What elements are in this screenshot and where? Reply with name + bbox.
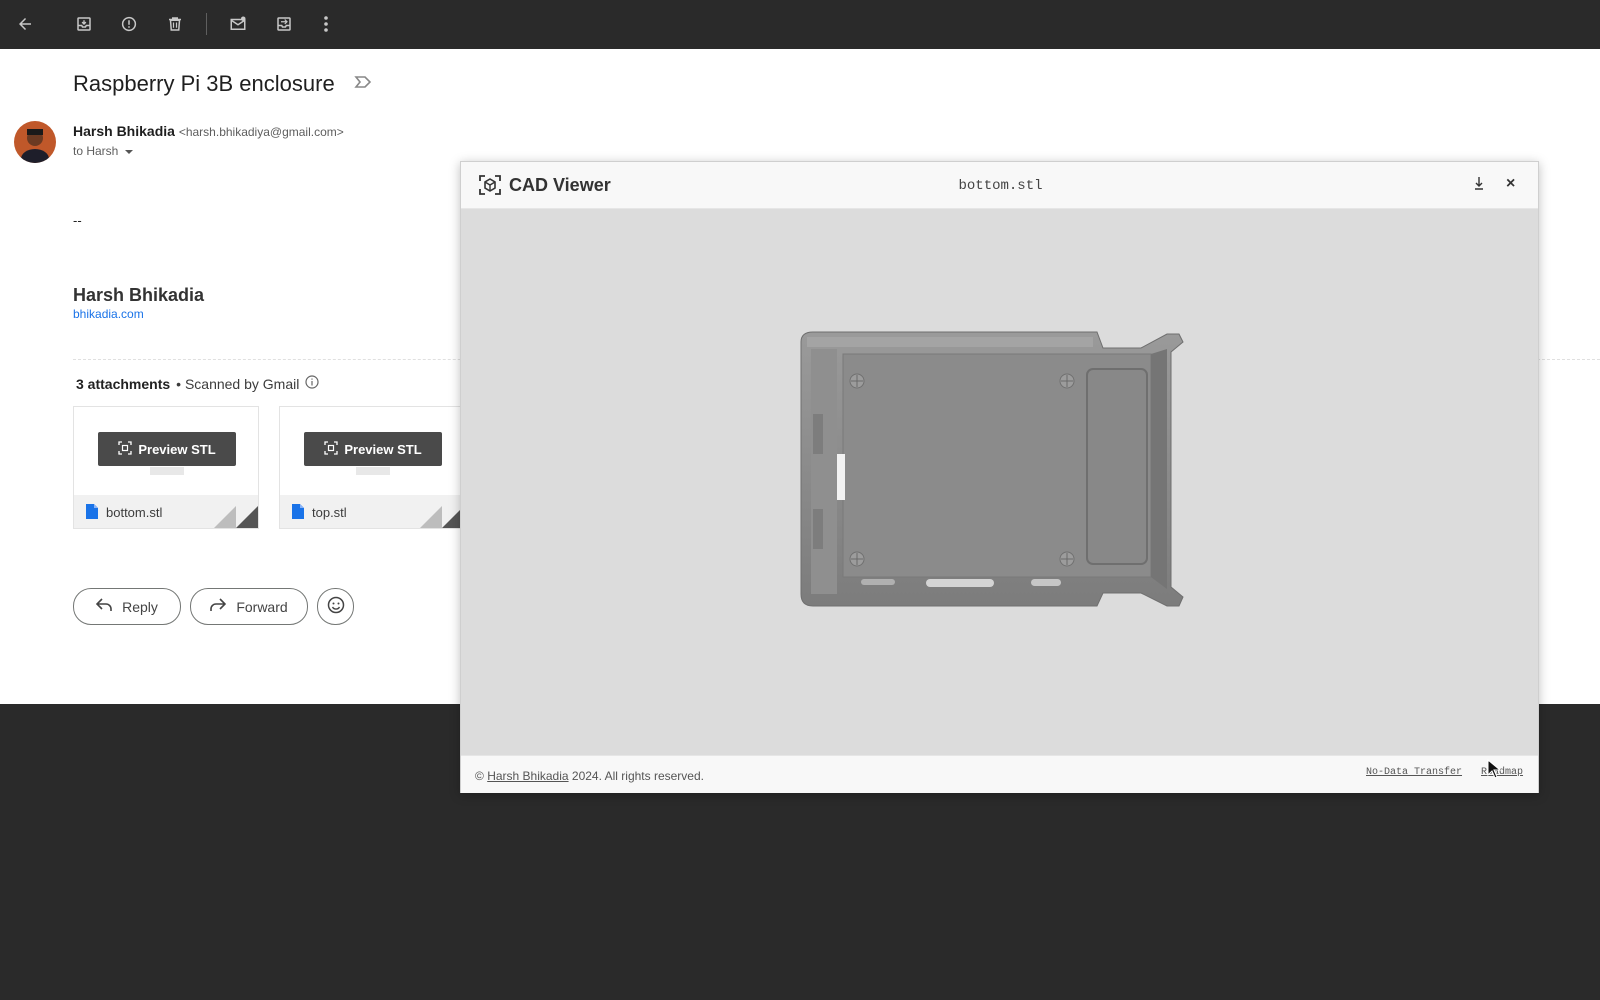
- forward-button[interactable]: Forward: [190, 588, 308, 625]
- reply-label: Reply: [122, 598, 158, 615]
- back-arrow-icon[interactable]: [13, 12, 37, 36]
- signature-separator: --: [73, 213, 82, 228]
- cad-viewer-dialog: CAD Viewer bottom.stl × © Harsh Bhikadia…: [460, 161, 1539, 793]
- mark-unread-icon[interactable]: [226, 12, 250, 36]
- cube-scan-icon: [118, 440, 132, 458]
- file-icon: [86, 503, 98, 522]
- no-data-transfer-link[interactable]: No-Data Transfer: [1366, 767, 1462, 778]
- author-link[interactable]: Harsh Bhikadia: [487, 769, 568, 783]
- avatar[interactable]: [14, 121, 56, 163]
- cube-scan-icon: [479, 175, 501, 200]
- copyright-suffix: 2024. All rights reserved.: [571, 769, 704, 783]
- smiley-icon: [327, 596, 345, 617]
- preview-stl-label: Preview STL: [344, 441, 422, 457]
- recipient-label: to Harsh: [73, 144, 119, 158]
- reply-button[interactable]: Reply: [73, 588, 181, 625]
- sender-line: Harsh Bhikadia <harsh.bhikadiya@gmail.co…: [73, 123, 344, 139]
- attachment-card[interactable]: Preview STL top.stl: [279, 406, 465, 529]
- copyright-text: © Harsh Bhikadia 2024. All rights reserv…: [475, 769, 704, 783]
- attachment-filename: top.stl: [312, 505, 347, 520]
- reply-icon: [95, 598, 112, 615]
- cube-scan-icon: [324, 440, 338, 458]
- preview-stl-button[interactable]: Preview STL: [304, 432, 442, 466]
- thumbnail-placeholder: [150, 467, 184, 475]
- emoji-reaction-button[interactable]: [317, 588, 354, 625]
- scanned-label: • Scanned by Gmail: [176, 375, 300, 392]
- signature-name: Harsh Bhikadia: [73, 285, 205, 305]
- forward-label: Forward: [236, 598, 288, 615]
- cad-viewer-filename: bottom.stl: [958, 178, 1043, 194]
- sender-name[interactable]: Harsh Bhikadia: [73, 123, 175, 139]
- attachment-filename: bottom.stl: [106, 505, 163, 520]
- important-marker-icon[interactable]: [354, 75, 372, 94]
- cad-viewer-header: CAD Viewer bottom.stl ×: [461, 162, 1538, 209]
- mail-toolbar: [0, 0, 1600, 49]
- mouse-cursor-icon: [1487, 758, 1502, 784]
- cad-viewer-title: CAD Viewer: [509, 175, 611, 195]
- report-spam-icon[interactable]: [117, 12, 141, 36]
- toolbar-separator: [206, 13, 207, 35]
- preview-stl-button[interactable]: Preview STL: [98, 432, 236, 466]
- cad-3d-canvas[interactable]: [461, 209, 1538, 755]
- attachment-fold-corner: [236, 506, 258, 528]
- thumbnail-placeholder: [356, 467, 390, 475]
- email-subject: Raspberry Pi 3B enclosure: [73, 71, 335, 96]
- copyright-symbol: ©: [475, 769, 484, 783]
- download-icon[interactable]: [1474, 176, 1484, 195]
- info-icon[interactable]: [305, 375, 319, 392]
- move-to-icon[interactable]: [272, 12, 296, 36]
- recipient-line: to Harsh: [73, 144, 134, 158]
- more-vert-icon[interactable]: [314, 12, 338, 36]
- archive-icon[interactable]: [72, 12, 96, 36]
- signature-link[interactable]: bhikadia.com: [73, 307, 144, 321]
- stl-model-render: [800, 331, 1184, 607]
- attachment-card[interactable]: Preview STL bottom.stl: [73, 406, 259, 529]
- file-icon: [292, 503, 304, 522]
- attachments-count: 3 attachments: [76, 375, 171, 392]
- forward-icon: [210, 598, 227, 615]
- attachments-header: 3 attachments • Scanned by Gmail: [76, 375, 319, 392]
- delete-icon[interactable]: [163, 12, 187, 36]
- attachment-fold: [420, 506, 442, 528]
- sender-email: <harsh.bhikadiya@gmail.com>: [178, 125, 344, 139]
- cad-viewer-footer: © Harsh Bhikadia 2024. All rights reserv…: [461, 755, 1538, 793]
- preview-stl-label: Preview STL: [138, 441, 216, 457]
- close-button[interactable]: ×: [1506, 175, 1515, 193]
- attachment-fold: [214, 506, 236, 528]
- chevron-down-icon[interactable]: [124, 144, 134, 158]
